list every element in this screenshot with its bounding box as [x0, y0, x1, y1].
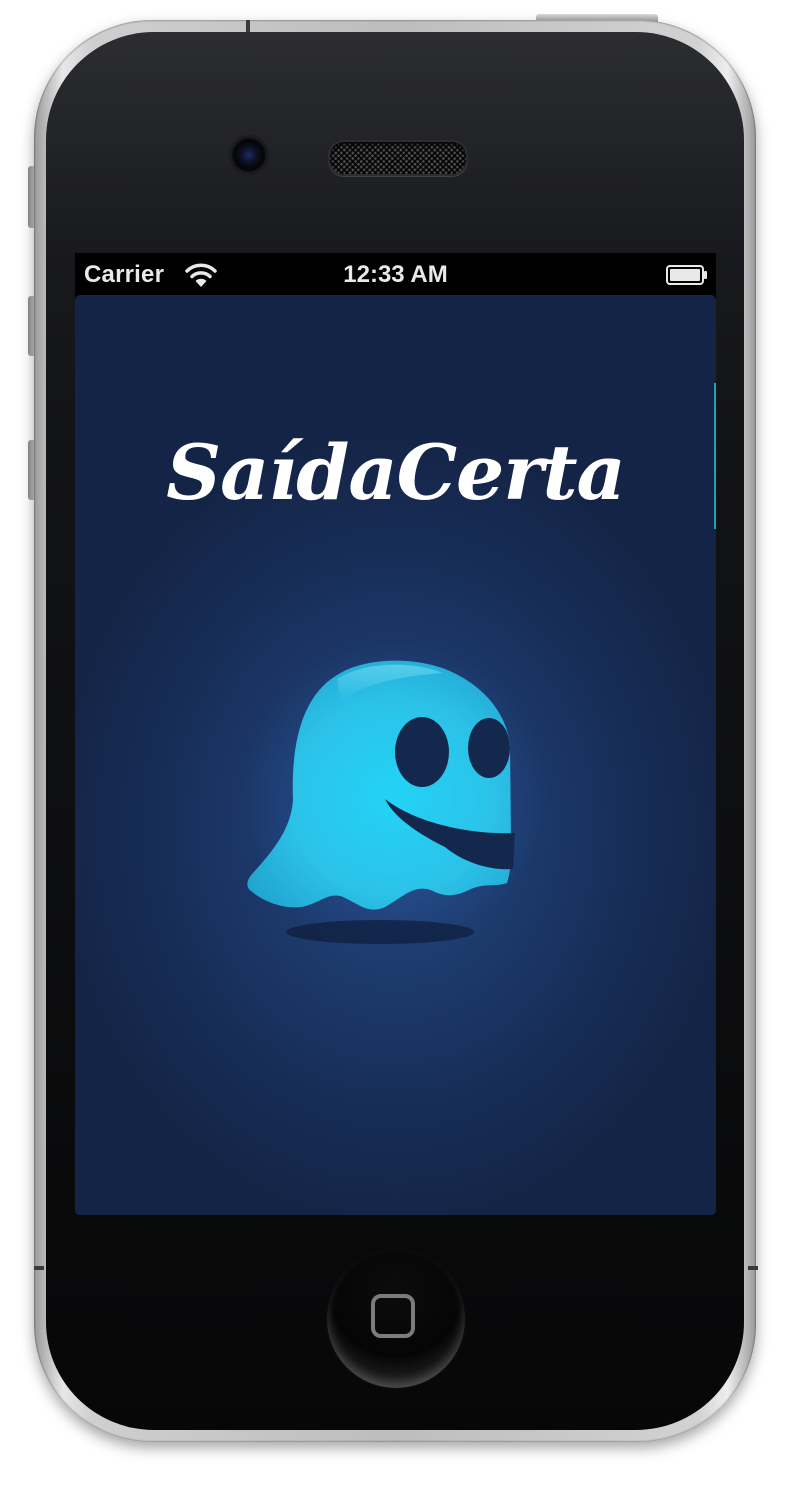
battery-icon — [666, 265, 707, 285]
home-square-icon — [371, 1294, 415, 1338]
ghost-body — [247, 660, 511, 910]
earpiece-speaker — [328, 140, 468, 176]
ghost-shadow — [286, 920, 474, 944]
antenna-band-top-right — [748, 1266, 758, 1270]
status-time: 12:33 AM — [343, 261, 448, 288]
splash-screen: SaídaCerta — [75, 295, 716, 1215]
app-logo: SaídaCerta — [166, 428, 626, 517]
ghost-left-eye — [395, 717, 449, 787]
antenna-band-top — [246, 20, 250, 32]
front-camera — [232, 138, 266, 172]
status-bar: Carrier 12:33 AM — [75, 253, 716, 295]
home-button[interactable] — [327, 1250, 465, 1388]
ghost-icon — [247, 660, 515, 944]
screen: Carrier 12:33 AM SaídaCerta — [75, 253, 716, 1215]
ghost-right-eye — [468, 718, 510, 778]
antenna-band-top-left — [34, 1266, 44, 1270]
